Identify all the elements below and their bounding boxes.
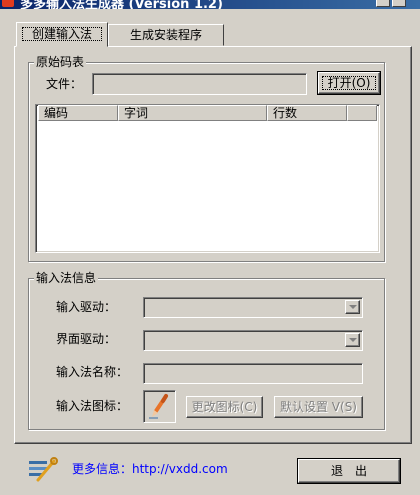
title-bar[interactable]: 多多输入法生成器 (Version 1.2) (0, 0, 420, 9)
pen-icon (149, 394, 168, 419)
column-header-code[interactable]: 编码 (38, 105, 118, 121)
maximize-button[interactable] (376, 0, 390, 7)
input-driver-dropdown-arrow-icon[interactable] (345, 300, 360, 314)
exit-button[interactable]: 退 出 (297, 458, 401, 484)
default-settings-button-label: 默认设置 V(S) (279, 400, 357, 414)
minimize-button[interactable] (392, 0, 406, 7)
exit-button-label: 退 出 (330, 464, 367, 478)
column-header-phrase[interactable]: 字词 (118, 105, 267, 121)
ui-driver-label: 界面驱动： (56, 332, 117, 346)
input-driver-select[interactable] (143, 297, 363, 318)
tab-create-ime[interactable]: 创建输入法 (16, 22, 108, 47)
ui-driver-dropdown-arrow-icon[interactable] (345, 333, 360, 347)
ime-icon-preview[interactable] (143, 390, 176, 423)
change-icon-button[interactable]: 更改图标(C) (186, 396, 263, 418)
app-icon (2, 0, 14, 7)
open-button-focus-rect (322, 76, 376, 90)
column-header-line-count[interactable]: 行数 (267, 105, 347, 121)
more-info-link[interactable]: 更多信息：http://vxdd.com (72, 460, 228, 477)
file-label: 文件： (46, 77, 83, 91)
open-button[interactable]: 打开(O) (317, 71, 381, 95)
tab-build-installer-label: 生成安装程序 (129, 28, 202, 42)
file-path-field[interactable] (92, 73, 307, 95)
tools-icon (26, 455, 60, 483)
ime-info-legend: 输入法信息 (34, 271, 99, 285)
ime-name-field[interactable] (143, 363, 363, 384)
ime-name-label: 输入法名称： (56, 365, 129, 379)
source-table-legend: 原始码表 (34, 55, 87, 69)
code-list-view[interactable]: 编码 字词 行数 (35, 104, 380, 253)
column-header-code-label: 编码 (44, 106, 69, 120)
column-header-phrase-label: 字词 (124, 106, 149, 120)
tab-focus-rect (22, 27, 102, 41)
default-settings-button[interactable]: 默认设置 V(S) (274, 396, 363, 418)
column-header-line-count-label: 行数 (273, 106, 298, 120)
tab-build-installer[interactable]: 生成安装程序 (108, 24, 224, 46)
ui-driver-select[interactable] (143, 330, 363, 351)
input-driver-label: 输入驱动： (56, 300, 117, 314)
ime-icon-label: 输入法图标： (56, 399, 129, 413)
window-title: 多多输入法生成器 (Version 1.2) (20, 0, 223, 9)
column-header-filler (347, 105, 377, 121)
change-icon-button-label: 更改图标(C) (191, 400, 258, 414)
